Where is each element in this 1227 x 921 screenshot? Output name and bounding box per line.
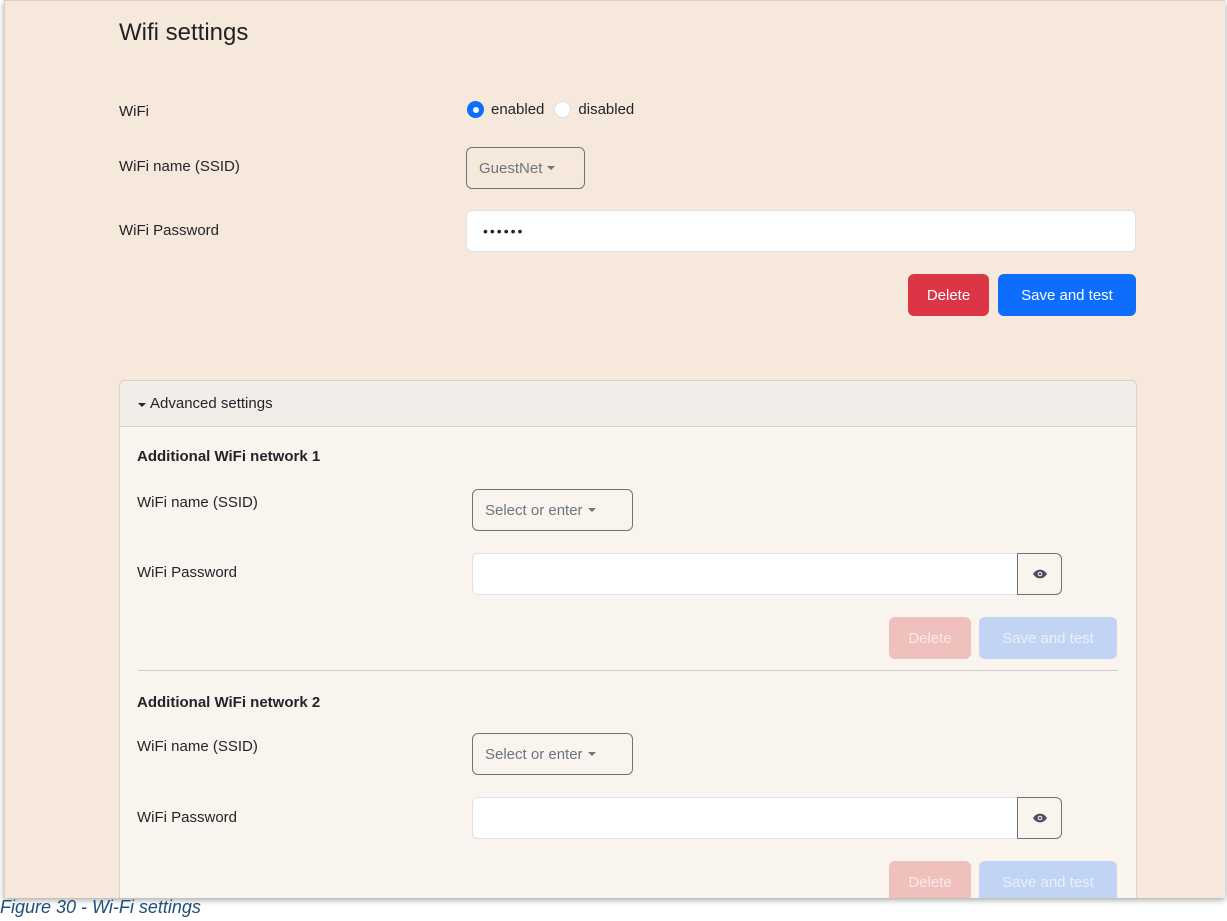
- network-2-delete-button[interactable]: Delete: [889, 861, 971, 898]
- eye-icon: [1032, 569, 1047, 579]
- advanced-settings-panel: Advanced settings Additional WiFi networ…: [119, 380, 1137, 898]
- ssid-label: WiFi name (SSID): [119, 158, 240, 175]
- ssid-dropdown[interactable]: GuestNet: [466, 147, 585, 189]
- advanced-settings-toggle[interactable]: Advanced settings: [120, 381, 1136, 427]
- eye-icon: [1032, 813, 1047, 823]
- network-1-show-password-button[interactable]: [1017, 553, 1062, 595]
- chevron-down-icon: [547, 166, 556, 170]
- network-1-password-input[interactable]: [472, 553, 1018, 595]
- wifi-label: WiFi: [119, 103, 149, 120]
- network-1-delete-button[interactable]: Delete: [889, 617, 971, 659]
- caret-down-icon: [138, 402, 146, 407]
- settings-window: Wifi settings WiFi enabled disabled WiFi…: [4, 0, 1225, 898]
- network-2-password-label: WiFi Password: [137, 809, 238, 826]
- advanced-settings-title: Advanced settings: [150, 395, 273, 412]
- network-2-save-and-test-button[interactable]: Save and test: [979, 861, 1117, 898]
- section-divider: [138, 670, 1118, 671]
- network-1-password-label: WiFi Password: [137, 564, 238, 581]
- network-2-title: Additional WiFi network 2: [137, 694, 321, 711]
- network-2-ssid-placeholder: Select or enter: [485, 745, 583, 763]
- wifi-enabled-radio[interactable]: [467, 101, 484, 118]
- network-2-show-password-button[interactable]: [1017, 797, 1062, 839]
- network-1-save-and-test-button[interactable]: Save and test: [979, 617, 1117, 659]
- chevron-down-icon: [587, 752, 596, 756]
- figure-caption: Figure 30 - Wi-Fi settings: [0, 897, 201, 917]
- delete-button[interactable]: Delete: [908, 274, 989, 316]
- password-label: WiFi Password: [119, 222, 220, 239]
- password-input[interactable]: ••••••: [466, 210, 1136, 252]
- wifi-toggle-group: enabled disabled: [467, 101, 634, 118]
- network-2-password-input[interactable]: [472, 797, 1018, 839]
- wifi-disabled-radio[interactable]: [554, 101, 572, 118]
- ssid-value: GuestNet: [479, 159, 543, 177]
- save-and-test-button[interactable]: Save and test: [998, 274, 1136, 316]
- network-1-ssid-label: WiFi name (SSID): [137, 494, 258, 511]
- network-2-ssid-dropdown[interactable]: Select or enter: [472, 733, 633, 775]
- network-2-ssid-label: WiFi name (SSID): [137, 738, 258, 755]
- network-1-title: Additional WiFi network 1: [137, 448, 321, 465]
- network-1-ssid-placeholder: Select or enter: [485, 501, 583, 519]
- page-title: Wifi settings: [119, 19, 249, 46]
- wifi-enabled-label[interactable]: enabled: [491, 101, 544, 118]
- chevron-down-icon: [587, 508, 596, 512]
- network-1-ssid-dropdown[interactable]: Select or enter: [472, 489, 633, 531]
- wifi-disabled-label[interactable]: disabled: [578, 101, 634, 118]
